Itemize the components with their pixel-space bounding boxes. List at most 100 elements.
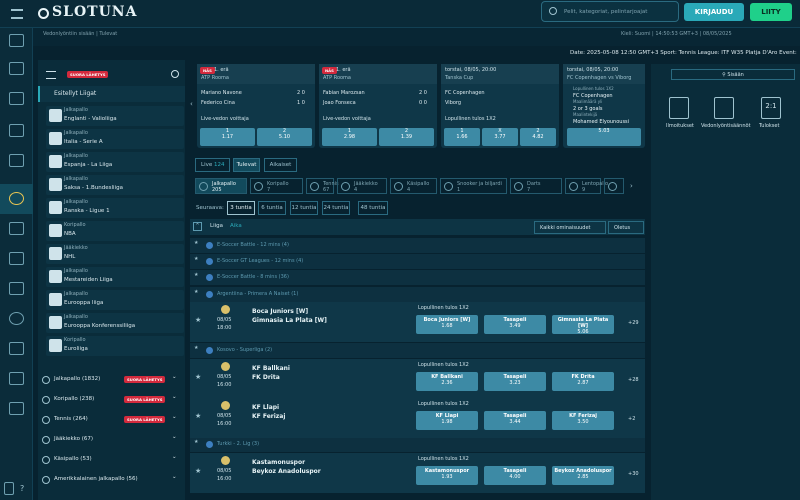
help-icon[interactable]: ? <box>20 484 24 493</box>
tab-outrights[interactable]: Aikaiset <box>264 158 297 172</box>
slots-icon[interactable] <box>9 62 24 75</box>
star-icon[interactable]: ★ <box>194 256 198 262</box>
casino-icon[interactable] <box>9 34 24 47</box>
match-card[interactable]: torstai, 08/05, 20:00 Tanska Cup FC Copenh… <box>441 64 559 148</box>
rules-icon[interactable] <box>714 97 734 119</box>
live-sports-icon[interactable] <box>9 222 24 235</box>
login-button[interactable]: KIRJAUDU <box>684 3 744 21</box>
tab-live[interactable]: Live 124 <box>195 158 230 172</box>
match-card[interactable]: NÄS 1. erä ATP Rooma Fabian Marozsan 2 0 Joao… <box>319 64 437 148</box>
next-hours-option[interactable]: 12 tuntia <box>290 201 318 215</box>
featured-league-item[interactable]: Jalkapallo Englanti - Valioliiga <box>46 106 184 126</box>
results-icon[interactable]: 2:1 <box>761 97 781 119</box>
live-badge[interactable]: SUORA LÄHETYS <box>124 376 166 383</box>
odds-button[interactable]: Gimnasia La Plata [W] 5.06 <box>552 315 614 335</box>
match-card[interactable]: torstai, 08/05, 20:00 FC Copenhagen vs Vi… <box>563 64 645 148</box>
chevron-down-icon[interactable]: ⌄ <box>172 474 177 480</box>
vip-icon[interactable] <box>9 402 24 415</box>
odds-button[interactable]: 2 1.39 <box>379 128 434 146</box>
star-icon[interactable]: ★ <box>195 316 201 324</box>
league-section[interactable]: ★ Kosovo - Superliga (2) <box>190 343 645 358</box>
carousel-right-icon[interactable]: › <box>630 182 633 190</box>
hamburger-icon[interactable] <box>46 71 56 79</box>
match-row[interactable]: ★ 08/05 16:00 Kastamonuspor Beykoz Anadolusp… <box>190 453 645 493</box>
odds-button[interactable]: Kastamonuspor 1.93 <box>416 466 478 485</box>
featured-league-item[interactable]: Koripallo Euroliiga <box>46 336 184 356</box>
odds-button[interactable]: KF Ballkani 2.36 <box>416 372 478 391</box>
chevron-down-icon[interactable]: ⌄ <box>172 414 177 420</box>
results-link[interactable]: Tulokset <box>759 123 779 129</box>
chevron-down-icon[interactable]: ⌄ <box>172 374 177 380</box>
featured-league-item[interactable]: Jalkapallo Saksa - 1.Bundesliiga <box>46 175 184 195</box>
cards-icon[interactable] <box>9 154 24 167</box>
sport-chip[interactable]: Jalkapallo 205 <box>195 178 247 194</box>
sport-row[interactable]: Jääkiekko (67) ⌄ <box>42 434 182 450</box>
next-hours-option[interactable]: 3 tuntia <box>227 201 255 215</box>
odds-button[interactable]: Tasapeli 3.49 <box>484 315 546 334</box>
odds-button[interactable]: KF Ferizaj 3.50 <box>552 411 614 430</box>
featured-league-item[interactable]: Jalkapallo Ranska - Ligue 1 <box>46 198 184 218</box>
league-section[interactable]: ★ Argentiina - Primera A Naiset (1) <box>190 287 645 302</box>
sport-chip[interactable]: Käsipallo 4 <box>390 178 437 194</box>
odds-button[interactable]: FK Drita 2.87 <box>552 372 614 391</box>
next-hours-option[interactable]: 6 tuntia <box>258 201 286 215</box>
join-button[interactable]: LIITY <box>750 3 792 21</box>
sport-chip[interactable]: Snooker ja biljardi 1 <box>440 178 507 194</box>
star-icon[interactable]: ★ <box>195 412 201 420</box>
odds-button[interactable]: KF Llapi 1.98 <box>416 411 478 430</box>
sport-row[interactable]: Amerikkalainen jalkapallo (56) ⌄ <box>42 474 182 490</box>
next-hours-option[interactable]: 24 tuntia <box>322 201 350 215</box>
sport-chip[interactable]: Lentopallo 9 <box>565 178 608 194</box>
sport-chip[interactable]: Koripallo 7 <box>250 178 303 194</box>
sport-chip[interactable]: Jääkiekko 4 <box>337 178 387 194</box>
odds-button[interactable]: Tasapeli 3.23 <box>484 372 546 391</box>
sort-league[interactable]: Liiga <box>210 223 223 229</box>
filter-select[interactable]: Kaikki ominaisuudet <box>534 221 606 234</box>
sport-row[interactable]: Jalkapallo (1832) SUORA LÄHETYS ⌄ <box>42 374 182 390</box>
sports-icon[interactable] <box>9 192 24 205</box>
more-markets-link[interactable]: +30 <box>628 471 639 477</box>
odds-format-select[interactable]: Oletus <box>608 221 644 234</box>
league-section[interactable]: ★ Turkki - 2. Lig (3) <box>190 437 645 452</box>
chevron-down-icon[interactable]: ⌄ <box>172 394 177 400</box>
live-badge[interactable]: SUORA LÄHETYS <box>124 416 166 423</box>
odds-button[interactable]: X 3.77 <box>482 128 518 146</box>
featured-league-item[interactable]: Jääkiekko NHL <box>46 244 184 264</box>
next-hours-option[interactable]: 48 tuntia <box>358 201 388 215</box>
promotions-icon[interactable] <box>9 282 24 295</box>
odds-button[interactable]: 1 1.66 <box>444 128 480 146</box>
odds-button[interactable]: 1 1.17 <box>200 128 255 146</box>
search-icon[interactable] <box>171 70 179 78</box>
menu-icon[interactable] <box>11 9 23 19</box>
featured-league-item[interactable]: Jalkapallo Espanja - La Liiga <box>46 152 184 172</box>
odds-button[interactable]: Tasapeli 4.00 <box>484 466 546 485</box>
store-icon[interactable] <box>9 372 24 385</box>
live-casino-icon[interactable] <box>9 124 24 137</box>
rules-link[interactable]: Vedonlyöntisäännöt <box>701 123 751 129</box>
odds-button[interactable]: Beykoz Anadoluspor 2.85 <box>552 466 614 485</box>
sport-chip[interactable]: Tennis 67 <box>306 178 339 194</box>
featured-league-item[interactable]: Jalkapallo Italia - Serie A <box>46 129 184 149</box>
odds-button[interactable]: 1 2.98 <box>322 128 377 146</box>
odds-button[interactable]: 2 4.82 <box>520 128 556 146</box>
star-icon[interactable]: ★ <box>194 272 198 278</box>
star-icon[interactable]: ★ <box>194 289 198 295</box>
match-row[interactable]: ★ 08/05 18:00 Boca Juniors [W] Gimnasia La P… <box>190 302 645 342</box>
sport-chip[interactable]: Darts 7 <box>510 178 562 194</box>
sport-row[interactable]: Käsipallo (53) ⌄ <box>42 454 182 470</box>
odds-button[interactable]: Boca Juniors [W] 1.68 <box>416 315 478 334</box>
more-markets-link[interactable]: +2 <box>628 416 635 422</box>
sport-chip[interactable] <box>604 178 624 194</box>
featured-league-item[interactable]: Koripallo NBA <box>46 221 184 241</box>
more-markets-link[interactable]: +29 <box>628 320 639 326</box>
league-section[interactable]: ★ E-Soccer Battle - 8 mins (36) <box>190 270 645 285</box>
odds-button[interactable]: 2 5.10 <box>257 128 312 146</box>
right-login-button[interactable]: ⚲ Sisään <box>671 69 795 80</box>
notifications-icon[interactable] <box>669 97 689 119</box>
sort-time[interactable]: Aika <box>230 223 242 229</box>
grid-icon[interactable] <box>4 482 14 495</box>
bingo-icon[interactable] <box>9 252 24 265</box>
match-row[interactable]: ★ 08/05 16:00 KF Llapi KF Ferizaj Lopullinen … <box>190 398 645 438</box>
more-markets-link[interactable]: +28 <box>628 377 639 383</box>
collapse-icon[interactable]: ^ <box>193 222 202 231</box>
